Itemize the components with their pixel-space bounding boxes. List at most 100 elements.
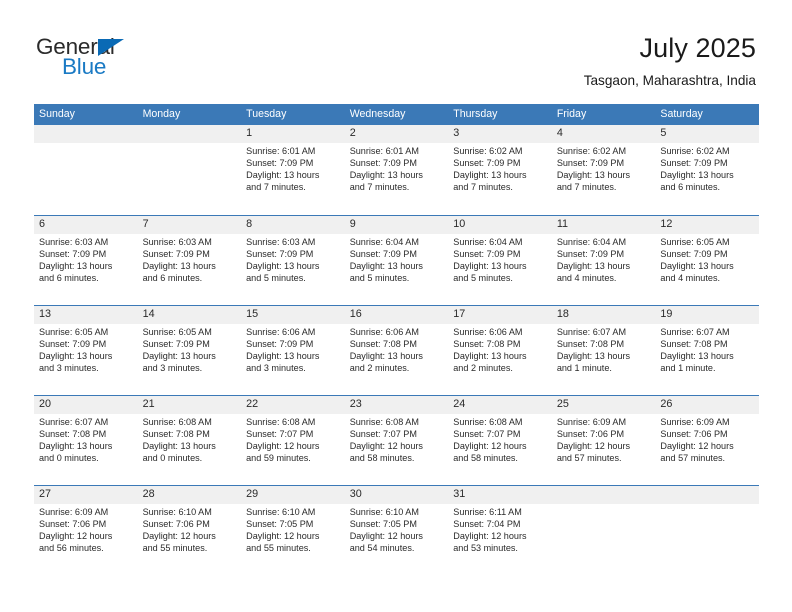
day-cell[interactable]: 20 Sunrise: 6:07 AM Sunset: 7:08 PM Dayl…	[34, 396, 138, 486]
day-cell[interactable]: 23 Sunrise: 6:08 AM Sunset: 7:07 PM Dayl…	[345, 396, 449, 486]
day-cell[interactable]: 22 Sunrise: 6:08 AM Sunset: 7:07 PM Dayl…	[241, 396, 345, 486]
daylight-text-line1: Daylight: 13 hours	[39, 441, 113, 452]
daylight-text-line1: Daylight: 13 hours	[660, 261, 734, 272]
day-cell[interactable]: 18 Sunrise: 6:07 AM Sunset: 7:08 PM Dayl…	[552, 306, 656, 396]
sunset-text: Sunset: 7:06 PM	[556, 429, 625, 440]
page-title: July 2025	[639, 33, 756, 63]
day-cell[interactable]: 2 Sunrise: 6:01 AM Sunset: 7:09 PM Dayli…	[345, 125, 449, 215]
day-cell[interactable]: 24 Sunrise: 6:08 AM Sunset: 7:07 PM Dayl…	[448, 396, 552, 486]
daylight-text-line1: Daylight: 13 hours	[246, 351, 320, 362]
sunrise-text: Sunrise: 6:09 AM	[556, 417, 627, 427]
sunset-text: Sunset: 7:08 PM	[142, 429, 210, 440]
day-info	[34, 143, 138, 145]
sunrise-text: Sunrise: 6:07 AM	[660, 327, 730, 337]
week-row: 13 Sunrise: 6:05 AM Sunset: 7:09 PM Dayl…	[34, 305, 759, 395]
daylight-text-line1: Daylight: 13 hours	[556, 170, 631, 181]
sunset-text: Sunset: 7:09 PM	[556, 158, 625, 169]
day-info: Sunrise: 6:04 AM Sunset: 7:09 PM Dayligh…	[552, 234, 656, 284]
day-info: Sunrise: 6:05 AM Sunset: 7:09 PM Dayligh…	[138, 324, 242, 374]
day-cell[interactable]: 8 Sunrise: 6:03 AM Sunset: 7:09 PM Dayli…	[241, 216, 345, 306]
sunrise-text: Sunrise: 6:08 AM	[349, 417, 419, 427]
daylight-text-line1: Daylight: 13 hours	[453, 170, 527, 181]
sunset-text: Sunset: 7:07 PM	[246, 429, 314, 440]
brand-logo[interactable]: General Blue	[36, 35, 266, 88]
day-info: Sunrise: 6:07 AM Sunset: 7:08 PM Dayligh…	[34, 414, 138, 464]
sunrise-text: Sunrise: 6:05 AM	[142, 327, 212, 337]
day-cell[interactable]: 29 Sunrise: 6:10 AM Sunset: 7:05 PM Dayl…	[241, 486, 345, 576]
day-number: 6	[39, 218, 46, 230]
daylight-text-line1: Daylight: 12 hours	[246, 441, 320, 452]
day-cell[interactable]: 11 Sunrise: 6:04 AM Sunset: 7:09 PM Dayl…	[552, 216, 656, 306]
sunset-text: Sunset: 7:09 PM	[246, 249, 314, 260]
day-cell[interactable]: 21 Sunrise: 6:08 AM Sunset: 7:08 PM Dayl…	[138, 396, 242, 486]
day-info: Sunrise: 6:08 AM Sunset: 7:07 PM Dayligh…	[345, 414, 449, 464]
day-cell[interactable]: 16 Sunrise: 6:06 AM Sunset: 7:08 PM Dayl…	[345, 306, 449, 396]
sunrise-text: Sunrise: 6:09 AM	[39, 507, 109, 517]
day-cell[interactable]	[655, 486, 759, 576]
day-info	[552, 504, 656, 506]
sunrise-text: Sunrise: 6:02 AM	[660, 146, 730, 156]
daylight-text-line2: and 57 minutes.	[660, 453, 726, 464]
day-cell[interactable]: 28 Sunrise: 6:10 AM Sunset: 7:06 PM Dayl…	[138, 486, 242, 576]
day-cell[interactable]: 9 Sunrise: 6:04 AM Sunset: 7:09 PM Dayli…	[345, 216, 449, 306]
day-info: Sunrise: 6:06 AM Sunset: 7:08 PM Dayligh…	[345, 324, 449, 374]
sunset-text: Sunset: 7:06 PM	[142, 519, 210, 530]
daylight-text-line1: Daylight: 13 hours	[349, 351, 423, 362]
day-cell[interactable]: 25 Sunrise: 6:09 AM Sunset: 7:06 PM Dayl…	[552, 396, 656, 486]
day-cell[interactable]: 10 Sunrise: 6:04 AM Sunset: 7:09 PM Dayl…	[448, 216, 552, 306]
day-info: Sunrise: 6:08 AM Sunset: 7:08 PM Dayligh…	[138, 414, 242, 464]
day-cell[interactable]: 26 Sunrise: 6:09 AM Sunset: 7:06 PM Dayl…	[655, 396, 759, 486]
daylight-text-line2: and 7 minutes.	[349, 182, 410, 193]
daylight-text-line2: and 57 minutes.	[556, 453, 622, 464]
sunset-text: Sunset: 7:08 PM	[349, 339, 417, 350]
sunset-text: Sunset: 7:09 PM	[660, 158, 728, 169]
day-cell[interactable]: 12 Sunrise: 6:05 AM Sunset: 7:09 PM Dayl…	[655, 216, 759, 306]
dow-friday: Friday	[556, 108, 587, 120]
day-cell[interactable]: 1 Sunrise: 6:01 AM Sunset: 7:09 PM Dayli…	[241, 125, 345, 215]
day-cell[interactable]: 7 Sunrise: 6:03 AM Sunset: 7:09 PM Dayli…	[138, 216, 242, 306]
day-number: 21	[142, 398, 155, 410]
dow-thursday: Thursday	[453, 108, 498, 120]
day-info: Sunrise: 6:06 AM Sunset: 7:08 PM Dayligh…	[448, 324, 552, 374]
daylight-text-line2: and 3 minutes.	[246, 363, 306, 374]
day-number: 14	[142, 308, 155, 320]
day-cell[interactable]	[138, 125, 242, 215]
day-cell[interactable]	[552, 486, 656, 576]
daylight-text-line1: Daylight: 13 hours	[349, 170, 423, 181]
dow-tuesday: Tuesday	[246, 108, 287, 120]
day-cell[interactable]: 14 Sunrise: 6:05 AM Sunset: 7:09 PM Dayl…	[138, 306, 242, 396]
day-cell[interactable]: 15 Sunrise: 6:06 AM Sunset: 7:09 PM Dayl…	[241, 306, 345, 396]
daylight-text-line2: and 6 minutes.	[660, 182, 721, 193]
day-number: 17	[453, 308, 466, 320]
sunset-text: Sunset: 7:08 PM	[453, 339, 521, 350]
day-cell[interactable]: 30 Sunrise: 6:10 AM Sunset: 7:05 PM Dayl…	[345, 486, 449, 576]
day-cell[interactable]: 5 Sunrise: 6:02 AM Sunset: 7:09 PM Dayli…	[655, 125, 759, 215]
sunset-text: Sunset: 7:05 PM	[349, 519, 417, 530]
daylight-text-line1: Daylight: 12 hours	[453, 441, 527, 452]
sunrise-text: Sunrise: 6:06 AM	[349, 327, 419, 337]
day-cell[interactable]: 6 Sunrise: 6:03 AM Sunset: 7:09 PM Dayli…	[34, 216, 138, 306]
daylight-text-line1: Daylight: 13 hours	[246, 170, 320, 181]
day-cell[interactable]: 3 Sunrise: 6:02 AM Sunset: 7:09 PM Dayli…	[448, 125, 552, 215]
day-info: Sunrise: 6:09 AM Sunset: 7:06 PM Dayligh…	[552, 414, 656, 464]
daylight-text-line1: Daylight: 13 hours	[142, 351, 216, 362]
day-cell[interactable]: 13 Sunrise: 6:05 AM Sunset: 7:09 PM Dayl…	[34, 306, 138, 396]
day-number: 29	[246, 488, 259, 500]
day-cell[interactable]: 27 Sunrise: 6:09 AM Sunset: 7:06 PM Dayl…	[34, 486, 138, 576]
day-cell[interactable]: 19 Sunrise: 6:07 AM Sunset: 7:08 PM Dayl…	[655, 306, 759, 396]
day-cell[interactable]: 31 Sunrise: 6:11 AM Sunset: 7:04 PM Dayl…	[448, 486, 552, 576]
sunset-text: Sunset: 7:09 PM	[453, 249, 521, 260]
daylight-text-line2: and 0 minutes.	[142, 453, 203, 464]
sunset-text: Sunset: 7:09 PM	[39, 249, 107, 260]
sunrise-text: Sunrise: 6:06 AM	[246, 327, 316, 337]
week-row: 1 Sunrise: 6:01 AM Sunset: 7:09 PM Dayli…	[34, 125, 759, 215]
day-number: 1	[246, 127, 253, 139]
day-cell[interactable]: 4 Sunrise: 6:02 AM Sunset: 7:09 PM Dayli…	[552, 125, 656, 215]
day-info: Sunrise: 6:10 AM Sunset: 7:05 PM Dayligh…	[241, 504, 345, 554]
day-cell[interactable]: 17 Sunrise: 6:06 AM Sunset: 7:08 PM Dayl…	[448, 306, 552, 396]
daylight-text-line1: Daylight: 12 hours	[142, 531, 216, 542]
daylight-text-line1: Daylight: 13 hours	[246, 261, 320, 272]
day-cell[interactable]	[34, 125, 138, 215]
day-info: Sunrise: 6:09 AM Sunset: 7:06 PM Dayligh…	[34, 504, 138, 554]
week-row: 27 Sunrise: 6:09 AM Sunset: 7:06 PM Dayl…	[34, 485, 759, 575]
